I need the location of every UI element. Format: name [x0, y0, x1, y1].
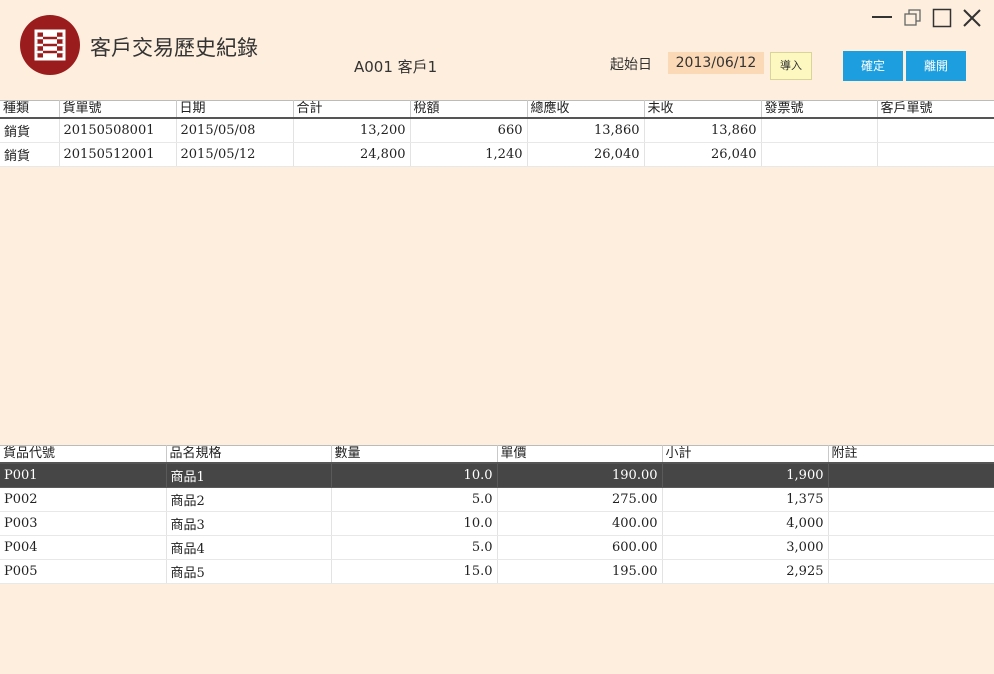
table-cell[interactable]: 195.00 [497, 559, 663, 584]
table-row[interactable]: P001 商品1 10.0 190.00 1,900 [0, 463, 994, 488]
table-cell[interactable] [828, 487, 994, 512]
table-cell[interactable]: 2015/05/08 [176, 118, 294, 143]
column-header[interactable]: 品名規格 [166, 445, 332, 464]
table-cell[interactable]: 600.00 [497, 535, 663, 560]
table-cell[interactable]: P003 [0, 511, 167, 536]
items-table: 貨品代號 品名規格 數量 單價 小計 附註 P001 商品1 10.0 190.00 1,900 P… [0, 445, 994, 584]
transactions-header-row: 種類 貨單號 日期 合計 稅額 總應收 未收 發票號 客戶單號 [0, 100, 994, 119]
column-header[interactable]: 貨品代號 [0, 445, 167, 464]
table-cell[interactable]: P004 [0, 535, 167, 560]
column-header[interactable]: 合計 [293, 100, 411, 119]
table-cell[interactable]: 20150512001 [59, 142, 177, 167]
table-cell[interactable] [877, 142, 994, 167]
transactions-table: 種類 貨單號 日期 合計 稅額 總應收 未收 發票號 客戶單號 銷貨 20150508001 201… [0, 100, 994, 167]
table-cell[interactable]: 1,900 [662, 463, 829, 488]
table-cell[interactable]: 13,860 [644, 118, 762, 143]
table-cell[interactable]: P005 [0, 559, 167, 584]
table-cell[interactable]: P001 [0, 463, 167, 488]
table-row[interactable]: 銷貨 20150512001 2015/05/12 24,800 1,240 26,040… [0, 142, 994, 167]
start-date-label: 起始日 [610, 57, 652, 73]
table-cell[interactable] [877, 118, 994, 143]
table-cell[interactable]: 20150508001 [59, 118, 177, 143]
import-button[interactable]: 導入 [770, 52, 812, 80]
table-cell[interactable]: 商品3 [166, 511, 332, 536]
transactions-body: 銷貨 20150508001 2015/05/08 13,200 660 13,860 13… [0, 118, 994, 167]
table-cell[interactable]: 13,860 [527, 118, 645, 143]
column-header[interactable]: 發票號 [761, 100, 878, 119]
page-title: 客戶交易歷史紀錄 [90, 36, 258, 60]
table-row[interactable]: P003 商品3 10.0 400.00 4,000 [0, 511, 994, 536]
restore-button[interactable] [903, 8, 923, 28]
table-cell[interactable]: 190.00 [497, 463, 663, 488]
table-cell[interactable]: 1,375 [662, 487, 829, 512]
table-cell[interactable] [761, 118, 878, 143]
minimize-button[interactable] [871, 8, 893, 28]
confirm-button[interactable]: 確定 [843, 51, 903, 81]
maximize-button[interactable] [932, 8, 952, 28]
table-cell[interactable]: 15.0 [331, 559, 498, 584]
table-cell[interactable]: 商品2 [166, 487, 332, 512]
table-cell[interactable] [761, 142, 878, 167]
table-cell[interactable]: 10.0 [331, 463, 498, 488]
table-cell[interactable]: 商品5 [166, 559, 332, 584]
table-cell[interactable]: 24,800 [293, 142, 411, 167]
table-cell[interactable]: 銷貨 [0, 118, 60, 143]
table-cell[interactable]: 26,040 [527, 142, 645, 167]
items-header-row: 貨品代號 品名規格 數量 單價 小計 附註 [0, 445, 994, 464]
grid-logo-icon [34, 29, 66, 61]
column-header[interactable]: 附註 [828, 445, 994, 464]
table-cell[interactable]: 13,200 [293, 118, 411, 143]
column-header[interactable]: 種類 [0, 100, 60, 119]
table-cell[interactable]: 400.00 [497, 511, 663, 536]
table-cell[interactable]: 26,040 [644, 142, 762, 167]
table-cell[interactable]: 銷貨 [0, 142, 60, 167]
table-cell[interactable] [828, 463, 994, 488]
table-cell[interactable]: 商品1 [166, 463, 332, 488]
table-cell[interactable]: 660 [410, 118, 528, 143]
column-header[interactable]: 稅額 [410, 100, 528, 119]
column-header[interactable]: 客戶單號 [877, 100, 994, 119]
table-cell[interactable]: 2015/05/12 [176, 142, 294, 167]
table-row[interactable]: 銷貨 20150508001 2015/05/08 13,200 660 13,860 13… [0, 118, 994, 143]
table-cell[interactable] [828, 511, 994, 536]
column-header[interactable]: 數量 [331, 445, 498, 464]
table-cell[interactable] [828, 535, 994, 560]
table-row[interactable]: P005 商品5 15.0 195.00 2,925 [0, 559, 994, 584]
table-cell[interactable]: 1,240 [410, 142, 528, 167]
column-header[interactable]: 單價 [497, 445, 663, 464]
column-header[interactable]: 日期 [176, 100, 294, 119]
table-cell[interactable]: 2,925 [662, 559, 829, 584]
table-cell[interactable]: 10.0 [331, 511, 498, 536]
table-cell[interactable]: 275.00 [497, 487, 663, 512]
customer-label: A001 客戶1 [354, 58, 438, 76]
close-button[interactable] [962, 8, 982, 28]
maximize-icon [932, 8, 952, 28]
table-cell[interactable]: 5.0 [331, 487, 498, 512]
minimize-icon [872, 16, 892, 18]
table-cell[interactable]: 商品4 [166, 535, 332, 560]
table-cell[interactable]: 3,000 [662, 535, 829, 560]
close-icon [963, 9, 981, 27]
items-body: P001 商品1 10.0 190.00 1,900 P002 商品2 5.0 275.00 1,… [0, 463, 994, 584]
table-row[interactable]: P002 商品2 5.0 275.00 1,375 [0, 487, 994, 512]
table-cell[interactable]: P002 [0, 487, 167, 512]
table-cell[interactable] [828, 559, 994, 584]
start-date-field[interactable]: 2013/06/12 [668, 52, 764, 74]
table-cell[interactable]: 4,000 [662, 511, 829, 536]
column-header[interactable]: 總應收 [527, 100, 645, 119]
table-row[interactable]: P004 商品4 5.0 600.00 3,000 [0, 535, 994, 560]
table-cell[interactable]: 5.0 [331, 535, 498, 560]
leave-button[interactable]: 離開 [906, 51, 966, 81]
restore-icon [904, 9, 921, 26]
app-logo [20, 15, 80, 75]
column-header[interactable]: 小計 [662, 445, 829, 464]
column-header[interactable]: 未收 [644, 100, 762, 119]
column-header[interactable]: 貨單號 [59, 100, 177, 119]
